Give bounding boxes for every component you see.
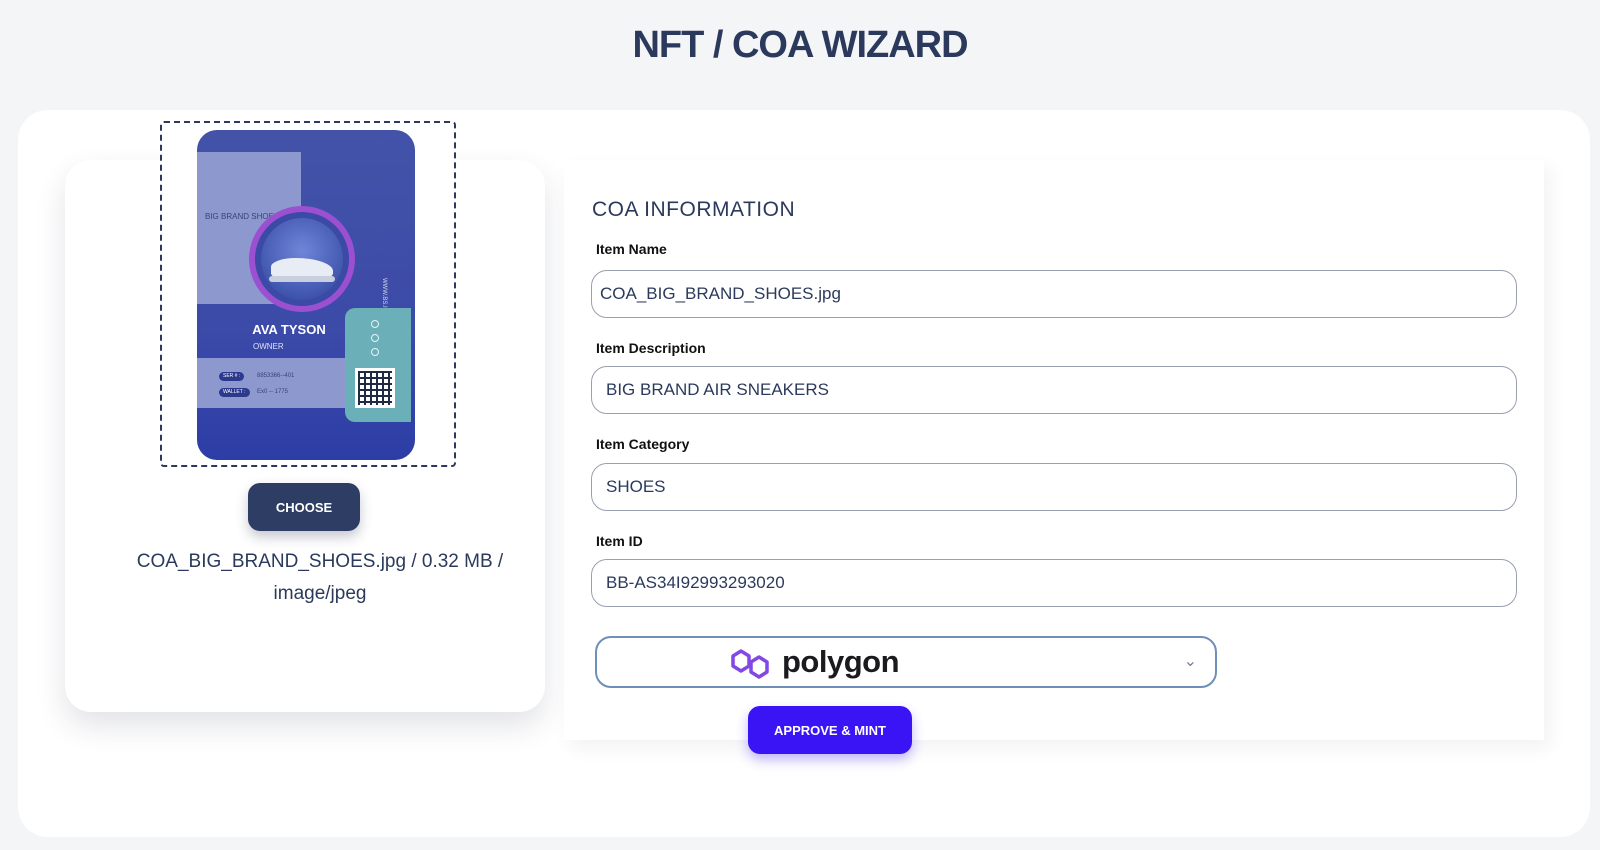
network-select[interactable]: polygon ⌄ [595, 636, 1217, 688]
item-name-label: Item Name [596, 241, 667, 257]
coa-owner-role: OWNER [253, 342, 284, 351]
item-description-label: Item Description [596, 340, 706, 356]
network-selected-value: polygon [782, 644, 900, 679]
item-category-label: Item Category [596, 436, 690, 452]
sneaker-image-icon [261, 218, 343, 300]
file-info-text: COA_BIG_BRAND_SHOES.jpg / 0.32 MB / imag… [136, 551, 504, 604]
chevron-down-icon[interactable]: ⌄ [1184, 651, 1197, 671]
item-description-input[interactable] [591, 366, 1517, 414]
coa-side-panel [345, 308, 411, 422]
section-title: COA INFORMATION [592, 198, 796, 221]
qr-code-icon [355, 368, 395, 408]
coa-dot-icon [371, 334, 379, 342]
item-id-label: Item ID [596, 533, 643, 549]
coa-dot-icon [371, 320, 379, 328]
coa-info-band: SER # : 8853366--401 WALLET : Ex0 -- 177… [197, 358, 345, 408]
choose-file-button[interactable]: CHOOSE [248, 483, 360, 531]
coa-ser-label: SER # : [219, 372, 245, 381]
page-title: NFT / COA WIZARD [632, 24, 968, 66]
item-id-input[interactable] [591, 559, 1517, 607]
coa-ser-value: 8853366--401 [257, 373, 295, 379]
polygon-logo-icon [731, 649, 769, 679]
coa-dot-icon [371, 348, 379, 356]
coa-preview-image: BIG BRAND SHOES WWW.BS.IO AVA TYSON OWNE… [197, 130, 415, 460]
coa-wallet-label: WALLET : [219, 388, 250, 397]
item-category-input[interactable] [591, 463, 1517, 511]
coa-wallet-value: Ex0 -- 1775 [257, 389, 289, 395]
coa-product-ring [249, 206, 355, 312]
item-name-input[interactable] [591, 270, 1517, 318]
image-dropzone[interactable]: BIG BRAND SHOES WWW.BS.IO AVA TYSON OWNE… [160, 121, 456, 467]
approve-mint-button[interactable]: APPROVE & MINT [748, 706, 912, 754]
